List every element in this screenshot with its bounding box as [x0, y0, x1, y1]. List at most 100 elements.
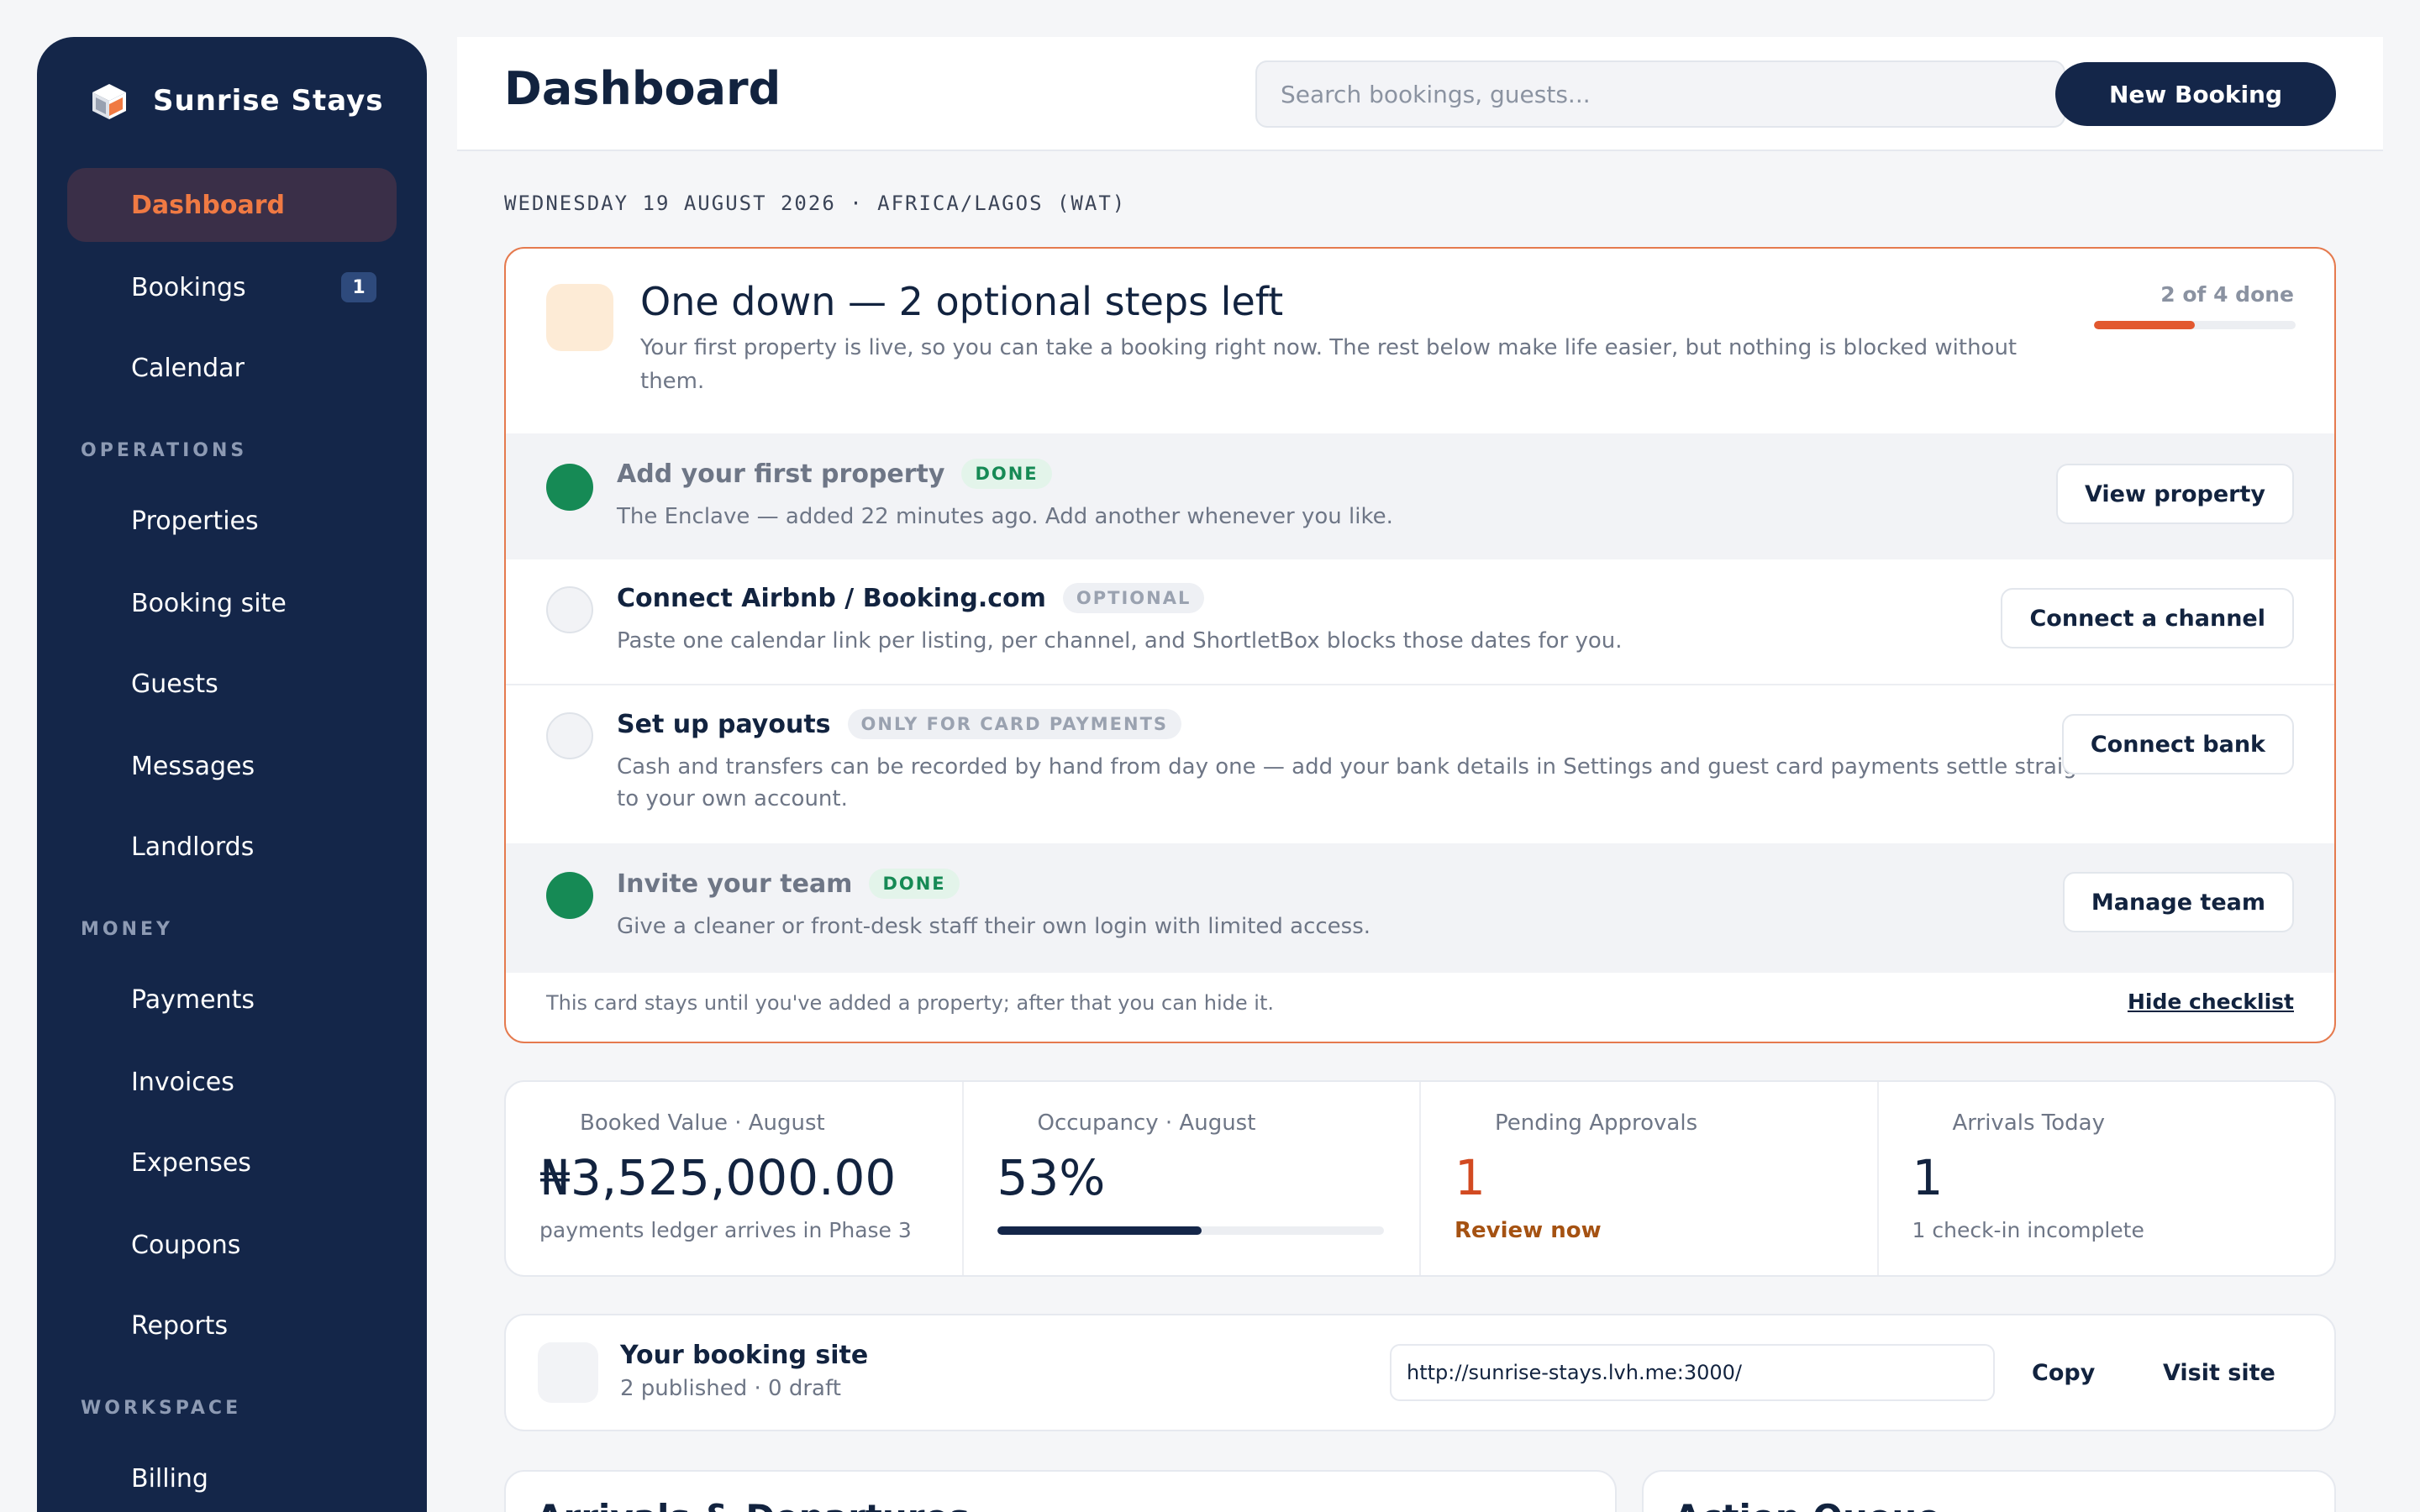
hide-checklist-link[interactable]: Hide checklist	[2128, 990, 2294, 1014]
sidebar-item-expenses[interactable]: Expenses	[67, 1126, 397, 1200]
checklist-progress-fill	[2094, 321, 2195, 329]
step-status-badge: DONE	[869, 869, 960, 899]
sidebar-item-label: Invoices	[131, 1067, 234, 1097]
sidebar-item-messages[interactable]: Messages	[67, 729, 397, 803]
stat-note: 1 check-in incomplete	[1912, 1218, 2144, 1242]
occupancy-progress-bar	[997, 1226, 1384, 1235]
sidebar-item-billing[interactable]: Billing	[67, 1441, 397, 1512]
sidebar-item-label: Expenses	[131, 1147, 251, 1178]
stat-value: ₦3,525,000.00	[539, 1149, 897, 1206]
bookings-count-badge: 1	[341, 272, 376, 302]
review-now-link[interactable]: Review now	[1455, 1218, 1602, 1243]
action-queue-card: Action Queue	[1642, 1470, 2336, 1512]
new-booking-button[interactable]: New Booking	[2055, 62, 2336, 126]
sidebar-item-coupons[interactable]: Coupons	[67, 1208, 397, 1282]
booking-site-title: Your booking site	[620, 1341, 869, 1370]
connect-bank-button[interactable]: Connect bank	[2061, 714, 2294, 774]
visit-site-button[interactable]: Visit site	[2163, 1349, 2275, 1396]
stat-note: payments ledger arrives in Phase 3	[539, 1218, 912, 1242]
sidebar-item-bookings[interactable]: Bookings 1	[67, 250, 397, 324]
stat-pending-approvals: Pending Approvals 1 Review now	[1419, 1082, 1877, 1275]
view-property-button[interactable]: View property	[2056, 464, 2294, 524]
brand[interactable]: Sunrise Stays	[89, 81, 384, 121]
checklist-title: One down — 2 optional steps left	[640, 279, 1284, 324]
step-description: Paste one calendar link per listing, per…	[617, 628, 1623, 654]
stat-booked-value: Booked Value · August ₦3,525,000.00 paym…	[506, 1082, 962, 1275]
top-header: Dashboard New Booking	[457, 37, 2383, 151]
section-workspace: WORKSPACE	[81, 1398, 242, 1419]
stat-value: 1	[1912, 1149, 1944, 1206]
step-connect-channel: Connect Airbnb / Booking.com OPTIONAL Pa…	[506, 559, 2334, 684]
sidebar-item-invoices[interactable]: Invoices	[67, 1045, 397, 1119]
step-done-check-icon	[546, 464, 593, 511]
checklist-subtitle: Your first property is live, so you can …	[640, 335, 2018, 394]
sidebar-item-label: Guests	[131, 669, 218, 699]
sidebar-item-reports[interactable]: Reports	[67, 1289, 397, 1362]
card-title: Arrivals & Departures	[536, 1497, 970, 1512]
step-pending-circle-icon	[546, 586, 593, 633]
sidebar-item-label: Landlords	[131, 832, 255, 862]
step-add-property: Add your first property DONE The Enclave…	[506, 433, 2334, 559]
step-title-row: Invite your team DONE	[617, 869, 960, 899]
sidebar-item-calendar[interactable]: Calendar	[67, 331, 397, 405]
sidebar: Sunrise Stays Dashboard Bookings 1 Calen…	[37, 37, 427, 1512]
step-pending-circle-icon	[546, 712, 593, 759]
sidebar-item-label: Booking site	[131, 588, 287, 618]
step-title: Set up payouts	[617, 709, 831, 739]
step-title: Add your first property	[617, 459, 945, 489]
checklist-footer-note: This card stays until you've added a pro…	[546, 991, 1274, 1015]
sidebar-item-payments[interactable]: Payments	[67, 963, 397, 1037]
stat-arrivals-today: Arrivals Today 1 1 check-in incomplete	[1876, 1082, 2335, 1275]
step-title: Connect Airbnb / Booking.com	[617, 583, 1046, 613]
booking-site-subtitle: 2 published · 0 draft	[620, 1376, 841, 1401]
checklist-progress-label: 2 of 4 done	[2160, 282, 2294, 307]
sidebar-item-label: Payments	[131, 984, 255, 1015]
sidebar-item-booking-site[interactable]: Booking site	[67, 566, 397, 640]
sidebar-item-label: Bookings	[131, 272, 246, 302]
sidebar-item-label: Reports	[131, 1310, 229, 1341]
sidebar-item-guests[interactable]: Guests	[67, 647, 397, 721]
stat-value: 53%	[997, 1149, 1106, 1206]
stat-label: Booked Value · August	[580, 1110, 825, 1136]
step-done-check-icon	[546, 872, 593, 919]
sidebar-item-label: Messages	[131, 751, 255, 781]
step-set-up-payouts: Set up payouts ONLY FOR CARD PAYMENTS Ca…	[506, 684, 2334, 843]
booking-site-card: Your booking site 2 published · 0 draft …	[504, 1314, 2336, 1431]
sidebar-item-label: Calendar	[131, 353, 245, 383]
sidebar-item-landlords[interactable]: Landlords	[67, 810, 397, 884]
sidebar-item-label: Billing	[131, 1463, 208, 1494]
search-input[interactable]	[1255, 60, 2065, 128]
manage-team-button[interactable]: Manage team	[2062, 872, 2294, 932]
sidebar-item-dashboard[interactable]: Dashboard	[67, 168, 397, 242]
sidebar-item-label: Dashboard	[131, 190, 285, 220]
brand-name: Sunrise Stays	[153, 84, 384, 118]
stat-label: Occupancy · August	[1037, 1110, 1256, 1136]
stat-label: Pending Approvals	[1495, 1110, 1698, 1136]
stats-row: Booked Value · August ₦3,525,000.00 paym…	[504, 1080, 2336, 1277]
copy-url-button[interactable]: Copy	[2032, 1349, 2095, 1396]
step-status-badge: OPTIONAL	[1062, 583, 1205, 613]
occupancy-progress-fill	[997, 1226, 1202, 1235]
arrivals-departures-card: Arrivals & Departures	[504, 1470, 1617, 1512]
cube-logo-icon	[92, 84, 126, 119]
step-title: Invite your team	[617, 869, 853, 899]
stat-occupancy: Occupancy · August 53%	[961, 1082, 1420, 1275]
step-description: Give a cleaner or front-desk staff their…	[617, 914, 1371, 939]
booking-site-url-field[interactable]	[1390, 1344, 1995, 1401]
connect-channel-button[interactable]: Connect a channel	[2001, 588, 2294, 648]
checklist-progress-bar	[2094, 321, 2296, 329]
sidebar-item-properties[interactable]: Properties	[67, 484, 397, 558]
globe-icon	[538, 1342, 598, 1403]
step-title-row: Set up payouts ONLY FOR CARD PAYMENTS	[617, 709, 1182, 739]
card-title: Action Queue	[1674, 1497, 1941, 1512]
section-operations: OPERATIONS	[81, 440, 248, 461]
stat-label: Arrivals Today	[1952, 1110, 2105, 1136]
step-invite-team: Invite your team DONE Give a cleaner or …	[506, 843, 2334, 973]
current-date: WEDNESDAY 19 AUGUST 2026 · AFRICA/LAGOS …	[504, 192, 1127, 215]
page-title: Dashboard	[504, 62, 781, 115]
section-money: MONEY	[81, 919, 173, 940]
step-title-row: Add your first property DONE	[617, 459, 1052, 489]
sidebar-item-label: Coupons	[131, 1230, 241, 1260]
stat-value: 1	[1455, 1149, 1486, 1206]
onboarding-checklist: One down — 2 optional steps left Your fi…	[504, 247, 2336, 1043]
